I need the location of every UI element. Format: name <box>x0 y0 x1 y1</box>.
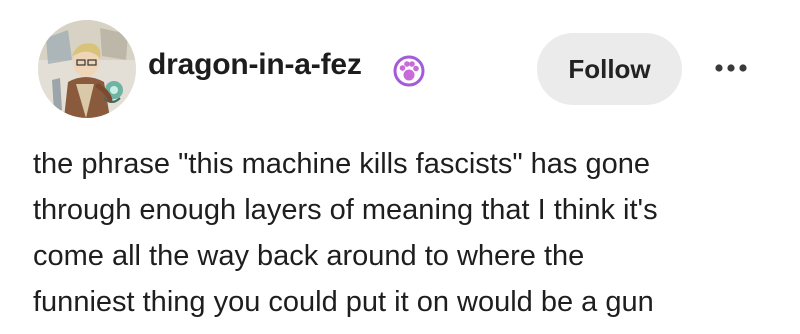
username[interactable]: dragon-in-a-fez <box>148 48 362 82</box>
post-text-line: through enough layers of meaning that I … <box>33 194 658 226</box>
avatar-illustration <box>38 20 136 118</box>
post-text-line: come all the way back around to where th… <box>33 240 585 272</box>
follow-button[interactable]: Follow <box>537 33 682 105</box>
post-text-line: funniest thing you could put it on would… <box>33 286 654 318</box>
more-dots-icon[interactable] <box>712 58 752 78</box>
avatar[interactable] <box>38 20 136 118</box>
post-card: dragon-in-a-fez Follow the phrase "this … <box>0 0 800 334</box>
post-text-line: the phrase "this machine kills fascists"… <box>33 148 651 180</box>
post-text: the phrase "this machine kills fascists"… <box>33 141 773 325</box>
paw-badge-icon <box>391 53 427 89</box>
post-header: dragon-in-a-fez Follow <box>0 0 800 130</box>
